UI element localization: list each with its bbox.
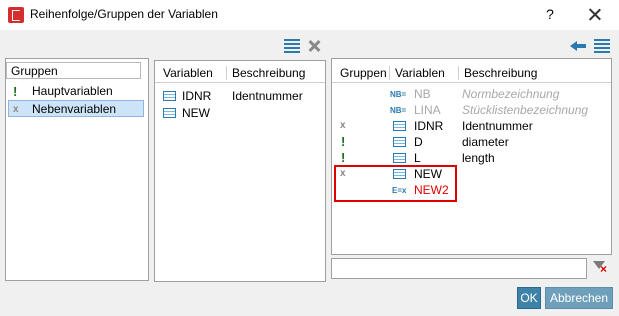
x-icon: x xyxy=(340,120,346,131)
groups-header: Gruppen xyxy=(6,62,141,79)
x-icon: x xyxy=(13,104,19,115)
column-header[interactable]: Beschreibung xyxy=(228,63,305,83)
variable-name: NEW xyxy=(182,106,210,120)
table-row[interactable]: NEW xyxy=(155,105,325,121)
variable-description: Identnummer xyxy=(232,89,303,103)
column-header[interactable]: Variablen xyxy=(391,63,445,83)
column-header[interactable]: Beschreibung xyxy=(460,63,537,83)
arrow-left-icon[interactable] xyxy=(570,39,586,53)
variable-description: Identnummer xyxy=(462,119,533,133)
delete-icon[interactable] xyxy=(307,39,321,53)
exclamation-icon: ! xyxy=(13,84,18,99)
variable-description: diameter xyxy=(462,135,509,149)
variable-name: IDNR xyxy=(182,89,212,103)
title-bar: Reihenfolge/Gruppen der Variablen ? xyxy=(0,0,619,30)
variable-name: L xyxy=(414,151,421,165)
column-header[interactable]: Variablen xyxy=(159,63,213,83)
group-item-nebenvariablen[interactable]: x Nebenvariablen xyxy=(8,100,144,117)
group-item-label: Nebenvariablen xyxy=(32,102,117,116)
nb-icon: NB= xyxy=(390,90,407,99)
variable-description: Normbezeichnung xyxy=(462,87,560,101)
cancel-button[interactable]: Abbrechen xyxy=(545,287,613,309)
filter-clear-icon[interactable] xyxy=(592,260,610,276)
exclamation-icon: ! xyxy=(341,150,346,165)
list-view-icon[interactable] xyxy=(594,39,610,53)
variable-name: NB xyxy=(414,87,431,101)
table-row[interactable]: ! D diameter xyxy=(332,134,611,150)
list-view-icon[interactable] xyxy=(284,39,300,53)
table-row[interactable]: ! L length xyxy=(332,150,611,166)
variable-name: D xyxy=(414,135,423,149)
nb-icon: NB= xyxy=(390,106,407,115)
app-icon xyxy=(8,7,24,23)
column-header[interactable]: Gruppen xyxy=(336,63,387,83)
help-button[interactable]: ? xyxy=(540,4,560,24)
group-item-label: Hauptvariablen xyxy=(32,84,113,98)
highlight-frame xyxy=(334,165,457,202)
variable-description: length xyxy=(462,151,495,165)
table-icon xyxy=(393,137,406,147)
group-item-hauptvariablen[interactable]: ! Hauptvariablen xyxy=(8,83,146,100)
table-row[interactable]: NB= NB Normbezeichnung xyxy=(332,86,611,102)
table-icon xyxy=(163,91,176,101)
window-title: Reihenfolge/Gruppen der Variablen xyxy=(30,7,218,21)
table-row[interactable]: x IDNR Identnummer xyxy=(332,118,611,134)
search-input[interactable] xyxy=(331,258,587,279)
variable-name: IDNR xyxy=(414,119,444,133)
order-table-header: Gruppen Variablen Beschreibung xyxy=(332,63,611,83)
variable-description: Stücklistenbezeichnung xyxy=(462,103,589,117)
table-icon xyxy=(163,108,176,118)
variables-table-header: Variablen Beschreibung xyxy=(155,63,325,83)
ok-button[interactable]: OK xyxy=(517,287,541,309)
close-icon[interactable] xyxy=(583,4,607,26)
table-row[interactable]: IDNR Identnummer xyxy=(155,88,325,104)
table-row[interactable]: NB= LINA Stücklistenbezeichnung xyxy=(332,102,611,118)
variable-name: LINA xyxy=(414,103,441,117)
table-icon xyxy=(393,121,406,131)
table-icon xyxy=(393,153,406,163)
exclamation-icon: ! xyxy=(341,134,346,149)
